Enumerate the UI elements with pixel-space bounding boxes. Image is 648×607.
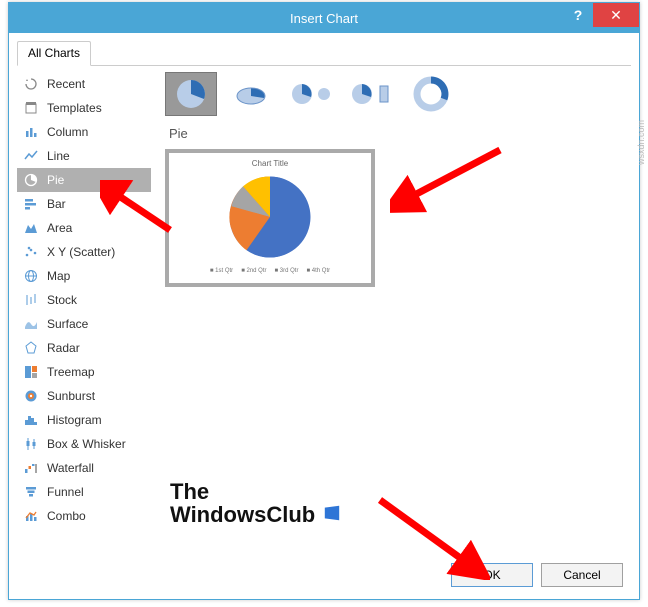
- sidebar-item-surface[interactable]: Surface: [17, 312, 151, 336]
- preview-chart: [175, 172, 365, 262]
- stock-icon: [23, 292, 39, 308]
- bar-icon: [23, 196, 39, 212]
- sidebar-item-label: Sunburst: [47, 389, 95, 403]
- subtype-row: [165, 72, 631, 116]
- chart-preview[interactable]: Chart Title 1st Qtr2nd Q: [165, 149, 375, 287]
- sidebar-item-label: Templates: [47, 101, 102, 115]
- sidebar-item-label: Treemap: [47, 365, 95, 379]
- source-credit: wsxdn.com: [636, 120, 646, 165]
- sidebar-item-area[interactable]: Area: [17, 216, 151, 240]
- dialog-footer: OK Cancel: [451, 563, 623, 587]
- map-icon: [23, 268, 39, 284]
- close-button[interactable]: ✕: [593, 3, 639, 27]
- sidebar-item-treemap[interactable]: Treemap: [17, 360, 151, 384]
- sidebar-item-line[interactable]: Line: [17, 144, 151, 168]
- waterfall-icon: [23, 460, 39, 476]
- recent-icon: [23, 76, 39, 92]
- treemap-icon: [23, 364, 39, 380]
- sidebar-item-sunburst[interactable]: Sunburst: [17, 384, 151, 408]
- tab-all-charts[interactable]: All Charts: [17, 41, 91, 66]
- funnel-icon: [23, 484, 39, 500]
- sidebar-item-label: Histogram: [47, 413, 102, 427]
- chart-category-list: Recent Templates Column Line Pie Bar Are…: [17, 72, 151, 528]
- subtype-label: Pie: [169, 126, 631, 141]
- sidebar-item-scatter[interactable]: X Y (Scatter): [17, 240, 151, 264]
- subtype-pie-of-pie[interactable]: [285, 72, 337, 116]
- box-whisker-icon: [23, 436, 39, 452]
- pie-icon: [23, 172, 39, 188]
- line-icon: [23, 148, 39, 164]
- sidebar-item-label: Box & Whisker: [47, 437, 126, 451]
- scatter-icon: [23, 244, 39, 260]
- window-title: Insert Chart: [9, 11, 639, 26]
- sidebar-item-pie[interactable]: Pie: [17, 168, 151, 192]
- sidebar-item-label: Combo: [47, 509, 86, 523]
- subtype-pie[interactable]: [165, 72, 217, 116]
- sidebar-item-label: Line: [47, 149, 70, 163]
- sidebar-item-label: Recent: [47, 77, 85, 91]
- sidebar-item-stock[interactable]: Stock: [17, 288, 151, 312]
- radar-icon: [23, 340, 39, 356]
- sidebar-item-waterfall[interactable]: Waterfall: [17, 456, 151, 480]
- watermark: The WindowsClub: [170, 480, 341, 526]
- sidebar-item-label: Column: [47, 125, 88, 139]
- sidebar-item-label: Stock: [47, 293, 77, 307]
- sidebar-item-label: Radar: [47, 341, 80, 355]
- help-button[interactable]: ?: [563, 3, 593, 27]
- surface-icon: [23, 316, 39, 332]
- sidebar-item-radar[interactable]: Radar: [17, 336, 151, 360]
- sidebar-item-label: Funnel: [47, 485, 84, 499]
- sidebar-item-recent[interactable]: Recent: [17, 72, 151, 96]
- ok-button[interactable]: OK: [451, 563, 533, 587]
- sidebar-item-label: X Y (Scatter): [47, 245, 115, 259]
- preview-title: Chart Title: [175, 159, 365, 168]
- histogram-icon: [23, 412, 39, 428]
- sidebar-item-column[interactable]: Column: [17, 120, 151, 144]
- sidebar-item-combo[interactable]: Combo: [17, 504, 151, 528]
- sidebar-item-label: Waterfall: [47, 461, 94, 475]
- sidebar-item-funnel[interactable]: Funnel: [17, 480, 151, 504]
- sidebar-item-label: Area: [47, 221, 72, 235]
- tabs: All Charts: [17, 41, 631, 66]
- sunburst-icon: [23, 388, 39, 404]
- cancel-button[interactable]: Cancel: [541, 563, 623, 587]
- templates-icon: [23, 100, 39, 116]
- sidebar-item-label: Map: [47, 269, 70, 283]
- area-icon: [23, 220, 39, 236]
- main-panel: Pie Chart Title: [165, 72, 631, 528]
- subtype-bar-of-pie[interactable]: [345, 72, 397, 116]
- column-icon: [23, 124, 39, 140]
- sidebar-item-label: Surface: [47, 317, 88, 331]
- subtype-doughnut[interactable]: [405, 72, 457, 116]
- sidebar-item-map[interactable]: Map: [17, 264, 151, 288]
- subtype-3d-pie[interactable]: [225, 72, 277, 116]
- sidebar-item-bar[interactable]: Bar: [17, 192, 151, 216]
- preview-legend: 1st Qtr2nd Qtr3rd Qtr4th Qtr: [175, 268, 365, 274]
- sidebar-item-boxwhisker[interactable]: Box & Whisker: [17, 432, 151, 456]
- titlebar: Insert Chart ? ✕: [9, 3, 639, 33]
- sidebar-item-label: Bar: [47, 197, 66, 211]
- windowsclub-logo-icon: [323, 504, 341, 522]
- sidebar-item-histogram[interactable]: Histogram: [17, 408, 151, 432]
- sidebar-item-label: Pie: [47, 173, 64, 187]
- sidebar-item-templates[interactable]: Templates: [17, 96, 151, 120]
- combo-icon: [23, 508, 39, 524]
